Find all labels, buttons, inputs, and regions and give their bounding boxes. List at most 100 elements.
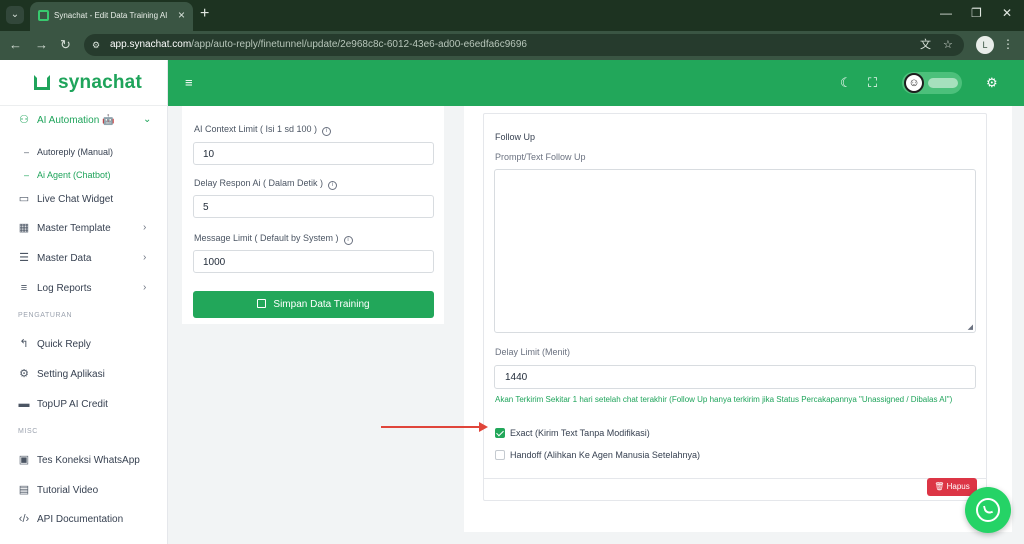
favicon-icon: [38, 10, 49, 21]
exact-checkbox[interactable]: [495, 428, 505, 438]
gear-icon: ⚙: [19, 368, 29, 380]
bookmark-star-icon[interactable]: ☆: [943, 39, 953, 51]
menu-toggle-icon[interactable]: ≡: [185, 76, 193, 89]
close-window-icon[interactable]: ✕: [1002, 7, 1012, 19]
site-info-icon[interactable]: ⚙: [92, 39, 104, 51]
chat-widget-icon: ▭: [18, 193, 30, 205]
translate-icon[interactable]: 文: [920, 39, 931, 51]
new-tab-icon[interactable]: +: [200, 6, 209, 22]
report-icon: ≡: [20, 282, 28, 294]
sidebar-item-label: Tes Koneksi WhatsApp: [37, 455, 140, 466]
info-icon[interactable]: i: [322, 127, 332, 136]
chevron-right-icon: ›: [143, 222, 147, 233]
sidebar-item-label: Tutorial Video: [37, 485, 99, 496]
trash-icon: 🗑: [934, 482, 947, 491]
brand-name: synachat: [58, 72, 142, 93]
message-limit-input[interactable]: 1000: [193, 250, 434, 273]
annotation-arrow: [381, 426, 481, 428]
annotation-arrow-head: [479, 422, 488, 432]
video-icon: ▤: [18, 484, 30, 496]
sidebar-subitem-ai-agent[interactable]: – Ai Agent (Chatbot): [0, 164, 168, 186]
sidebar-item-quick-reply[interactable]: ↰ Quick Reply: [0, 331, 168, 359]
sidebar-item-ai-automation[interactable]: ⚇ AI Automation 🤖 ⌄: [0, 107, 168, 135]
sidebar-item-label: Quick Reply: [37, 339, 91, 350]
sidebar-item-tutorial-video[interactable]: ▤ Tutorial Video: [0, 477, 168, 505]
user-menu[interactable]: ☺: [902, 72, 962, 94]
prompt-label: Prompt/Text Follow Up: [495, 152, 586, 162]
chevron-right-icon: ›: [143, 252, 147, 263]
delay-respon-label: Delay Respon Ai ( Dalam Detik ) i: [194, 178, 338, 190]
section-heading-settings: PENGATURAN: [18, 312, 73, 319]
back-icon[interactable]: ←: [9, 38, 22, 51]
sidebar-item-setting-aplikasi[interactable]: ⚙ Setting Aplikasi: [0, 361, 168, 389]
sidebar-item-tes-koneksi[interactable]: ▣ Tes Koneksi WhatsApp: [0, 447, 168, 475]
reload-icon[interactable]: ↻: [60, 38, 71, 51]
sidebar-item-label: Setting Aplikasi: [37, 369, 105, 380]
minimize-icon[interactable]: —: [940, 7, 952, 19]
settings-gear-icon[interactable]: ⚙: [986, 76, 998, 89]
card-icon: ▬: [18, 398, 30, 410]
divider: [484, 478, 986, 479]
browser-menu-icon[interactable]: ⋮: [1002, 37, 1014, 51]
context-limit-input[interactable]: 10: [193, 142, 434, 165]
sidebar: synachat ⚇ AI Automation 🤖 ⌄ – Autoreply…: [0, 60, 168, 544]
robot-icon: ⚇: [19, 114, 29, 126]
sidebar-item-label: AI Automation 🤖: [37, 115, 115, 126]
browser-toolbar: ← → ↻ ⚙ app.synachat.com/app/auto-reply/…: [0, 31, 1024, 60]
info-icon[interactable]: i: [328, 181, 338, 190]
training-settings-card: AI Context Limit ( Isi 1 sd 100 ) i 10 De…: [182, 106, 444, 324]
chevron-right-icon: ›: [143, 282, 147, 293]
code-icon: ‹/›: [18, 513, 30, 525]
list-icon: ☰: [19, 252, 29, 264]
sidebar-item-topup-ai-credit[interactable]: ▬ TopUP AI Credit: [0, 391, 168, 419]
delete-button[interactable]: 🗑 Hapus: [927, 478, 977, 496]
tab-search-icon[interactable]: ⌄: [6, 6, 24, 24]
handoff-label: Handoff (Alihkan Ke Agen Manusia Setelah…: [510, 450, 700, 460]
delay-respon-input[interactable]: 5: [193, 195, 434, 218]
browser-tab-strip: ⌄ Synachat - Edit Data Training AI × + —…: [0, 0, 1024, 31]
follow-up-title: Follow Up: [495, 132, 536, 142]
delay-hint-text: Akan Terkirim Sekitar 1 hari setelah cha…: [495, 395, 953, 404]
save-training-button[interactable]: Simpan Data Training: [193, 291, 434, 318]
section-heading-misc: MISC: [18, 428, 38, 435]
info-icon[interactable]: i: [343, 236, 353, 245]
brand[interactable]: synachat: [0, 60, 168, 106]
browser-tab[interactable]: Synachat - Edit Data Training AI ×: [30, 2, 193, 31]
sidebar-item-label: API Documentation: [37, 514, 124, 525]
dark-mode-icon[interactable]: ☾: [840, 76, 852, 89]
template-icon: ▦: [18, 222, 30, 234]
tab-title: Synachat - Edit Data Training AI: [54, 11, 168, 20]
app-header: ≡ ☾ ⛶ ☺ ⚙: [168, 60, 1024, 106]
message-limit-label: Message Limit ( Default by System ) i: [194, 233, 353, 245]
restore-icon[interactable]: ❐: [971, 7, 982, 19]
whatsapp-chat-button[interactable]: [965, 487, 1011, 533]
sidebar-item-label: Log Reports: [37, 283, 92, 294]
sidebar-item-label: Live Chat Widget: [37, 194, 114, 205]
follow-up-panel: Follow Up Prompt/Text Follow Up ◢ Delay …: [483, 113, 987, 501]
user-name-redacted: [928, 78, 958, 88]
sidebar-subitem-label: Ai Agent (Chatbot): [37, 170, 111, 180]
save-icon: [257, 299, 267, 308]
sidebar-item-api-documentation[interactable]: ‹/› API Documentation: [0, 506, 168, 534]
sidebar-item-live-chat-widget[interactable]: ▭ Live Chat Widget: [0, 186, 168, 214]
follow-up-card: Follow Up Prompt/Text Follow Up ◢ Delay …: [464, 106, 1012, 532]
resize-handle-icon[interactable]: ◢: [968, 323, 973, 331]
forward-icon[interactable]: →: [35, 38, 48, 51]
avatar: ☺: [904, 73, 924, 93]
sidebar-item-master-data[interactable]: ☰ Master Data ›: [0, 245, 168, 273]
sidebar-item-label: TopUP AI Credit: [37, 399, 108, 410]
sidebar-item-log-reports[interactable]: ≡ Log Reports ›: [0, 275, 168, 303]
delay-limit-label: Delay Limit (Menit): [495, 347, 571, 357]
synachat-logo-icon: [34, 75, 50, 90]
url-text: app.synachat.com/app/auto-reply/finetunn…: [110, 39, 527, 50]
delay-limit-input[interactable]: 1440: [494, 365, 976, 389]
sidebar-subitem-label: Autoreply (Manual): [37, 147, 114, 157]
prompt-textarea[interactable]: ◢: [494, 169, 976, 333]
close-tab-icon[interactable]: ×: [178, 9, 185, 21]
fullscreen-icon[interactable]: ⛶: [868, 76, 877, 89]
sidebar-subitem-autoreply[interactable]: – Autoreply (Manual): [0, 141, 168, 163]
sidebar-item-master-template[interactable]: ▦ Master Template ›: [0, 215, 168, 243]
handoff-checkbox[interactable]: [495, 450, 505, 460]
address-bar[interactable]: ⚙ app.synachat.com/app/auto-reply/finetu…: [84, 34, 964, 56]
profile-avatar[interactable]: L: [976, 36, 994, 54]
